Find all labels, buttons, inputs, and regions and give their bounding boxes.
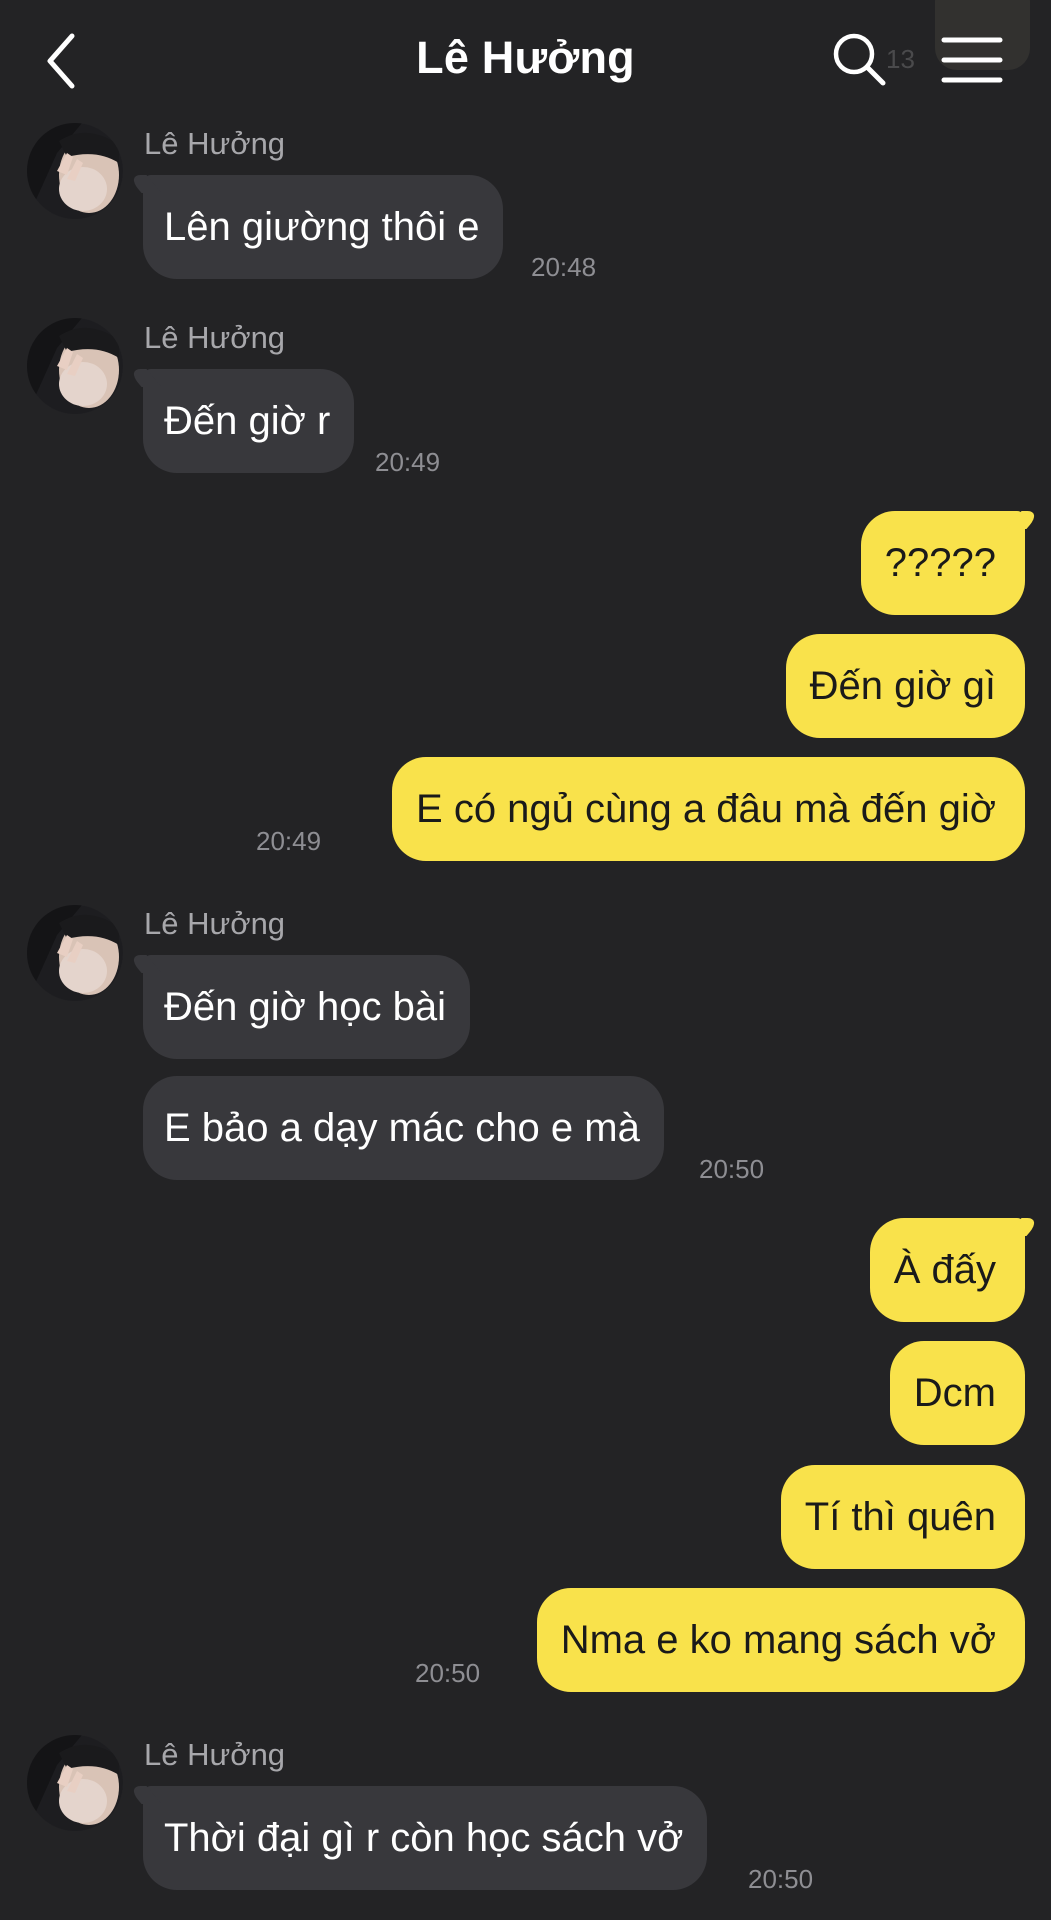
avatar[interactable] (27, 1735, 123, 1831)
search-icon (833, 33, 886, 86)
sender-name: Lê Hưởng (144, 906, 286, 941)
message-timestamp: 20:48 (531, 252, 597, 282)
outgoing-message-bubble[interactable]: ????? (860, 511, 1025, 615)
avatar[interactable] (27, 123, 123, 219)
sender-name: Lê Hưởng (144, 126, 286, 161)
incoming-message-bubble[interactable]: Lên giường thôi e (143, 175, 504, 279)
message-timestamp: 20:49 (256, 826, 322, 856)
incoming-message-bubble[interactable]: Thời đại gì r còn học sách vở (143, 1786, 708, 1890)
outgoing-message-bubble[interactable]: Nma e ko mang sách vở (536, 1588, 1025, 1692)
outgoing-message-bubble[interactable]: Tí thì quên (780, 1465, 1025, 1569)
message-timestamp: 20:50 (415, 1658, 481, 1688)
avatar-photo (27, 318, 123, 414)
chat-title: Lê Hưởng (416, 32, 635, 83)
hamburger-menu-icon (941, 37, 1003, 83)
outgoing-message-bubble[interactable]: Dcm (889, 1341, 1025, 1445)
search-button[interactable] (830, 30, 890, 90)
avatar-photo (27, 905, 123, 1001)
outgoing-message-bubble[interactable]: À đấy (869, 1218, 1025, 1322)
message-timestamp: 20:50 (748, 1864, 814, 1894)
message-timestamp: 20:50 (699, 1154, 765, 1184)
sender-name: Lê Hưởng (144, 1737, 286, 1772)
avatar-photo (27, 1735, 123, 1831)
incoming-message-bubble[interactable]: E bảo a dạy mác cho e mà (143, 1076, 664, 1180)
avatar[interactable] (27, 905, 123, 1001)
menu-button[interactable] (940, 34, 1004, 86)
avatar[interactable] (27, 318, 123, 414)
outgoing-message-bubble[interactable]: Đến giờ gì (785, 634, 1025, 738)
message-timestamp: 20:49 (375, 447, 441, 477)
incoming-message-bubble[interactable]: Đến giờ học bài (143, 955, 470, 1059)
outgoing-message-bubble[interactable]: E có ngủ cùng a đâu mà đến giờ (392, 757, 1025, 861)
chat-header: 13 Lê Hưởng (0, 0, 1051, 120)
avatar-photo (27, 123, 123, 219)
incoming-message-bubble[interactable]: Đến giờ r (143, 369, 355, 473)
sender-name: Lê Hưởng (144, 320, 286, 355)
